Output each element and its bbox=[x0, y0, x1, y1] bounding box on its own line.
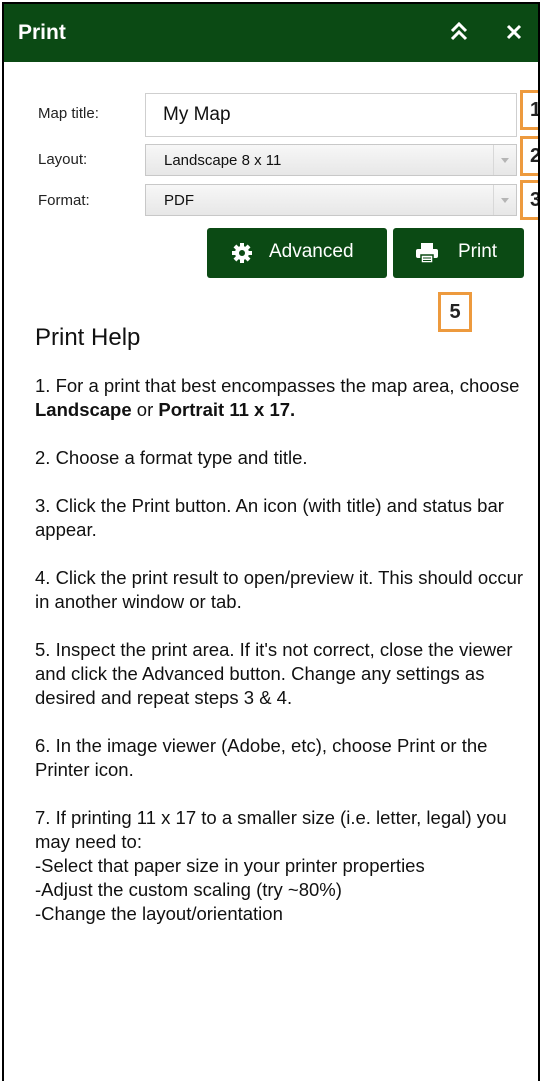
panel-titlebar: Print bbox=[4, 4, 538, 62]
print-button-label: Print bbox=[458, 241, 498, 262]
format-select[interactable]: PDF bbox=[145, 184, 517, 216]
callout-badge-1: 1 bbox=[520, 90, 538, 130]
help-step-4: 4. Click the print result to open/previe… bbox=[35, 567, 524, 612]
print-panel: Print Map title: My Map Layout: Landscap… bbox=[2, 2, 540, 1081]
help-step-7-item: -Adjust the custom scaling (try ~80%) bbox=[35, 879, 342, 900]
help-step-7-intro: 7. If printing 11 x 17 to a smaller size… bbox=[35, 807, 507, 852]
help-heading: Print Help bbox=[35, 324, 141, 351]
layout-select[interactable]: Landscape 8 x 11 bbox=[145, 144, 517, 176]
help-step-6: 6. In the image viewer (Adobe, etc), cho… bbox=[35, 735, 488, 780]
help-step-1: 1. For a print that best encompasses the… bbox=[35, 375, 520, 420]
map-title-label: Map title: bbox=[38, 105, 99, 122]
help-step-7-item: -Select that paper size in your printer … bbox=[35, 855, 425, 876]
help-step-7: 7. If printing 11 x 17 to a smaller size… bbox=[35, 806, 535, 926]
printer-icon bbox=[415, 242, 439, 270]
collapse-icon[interactable] bbox=[446, 18, 472, 46]
format-select-value: PDF bbox=[164, 192, 194, 209]
callout-badge-5: 5 bbox=[438, 292, 472, 332]
layout-select-value: Landscape 8 x 11 bbox=[164, 152, 282, 169]
panel-title: Print bbox=[18, 21, 66, 44]
layout-label: Layout: bbox=[38, 151, 88, 168]
format-label: Format: bbox=[38, 192, 90, 209]
close-icon[interactable] bbox=[502, 20, 526, 44]
gear-icon bbox=[231, 242, 253, 270]
help-step-7-item: -Change the layout/orientation bbox=[35, 903, 283, 924]
chevron-down-icon[interactable] bbox=[493, 145, 516, 175]
help-step-5: 5. Inspect the print area. If it's not c… bbox=[35, 639, 513, 708]
print-button[interactable]: Print bbox=[393, 228, 524, 278]
advanced-button[interactable]: Advanced bbox=[207, 228, 387, 278]
help-step-3: 3. Click the Print button. An icon (with… bbox=[35, 495, 504, 540]
advanced-button-label: Advanced bbox=[269, 241, 354, 262]
help-step-2: 2. Choose a format type and title. bbox=[35, 447, 308, 468]
map-title-value: My Map bbox=[163, 104, 231, 125]
chevron-down-icon[interactable] bbox=[493, 185, 516, 215]
callout-badge-3: 3 bbox=[520, 180, 538, 220]
help-text: 1. For a print that best encompasses the… bbox=[35, 374, 535, 926]
map-title-input[interactable]: My Map bbox=[145, 93, 517, 137]
callout-badge-2: 2 bbox=[520, 136, 538, 176]
